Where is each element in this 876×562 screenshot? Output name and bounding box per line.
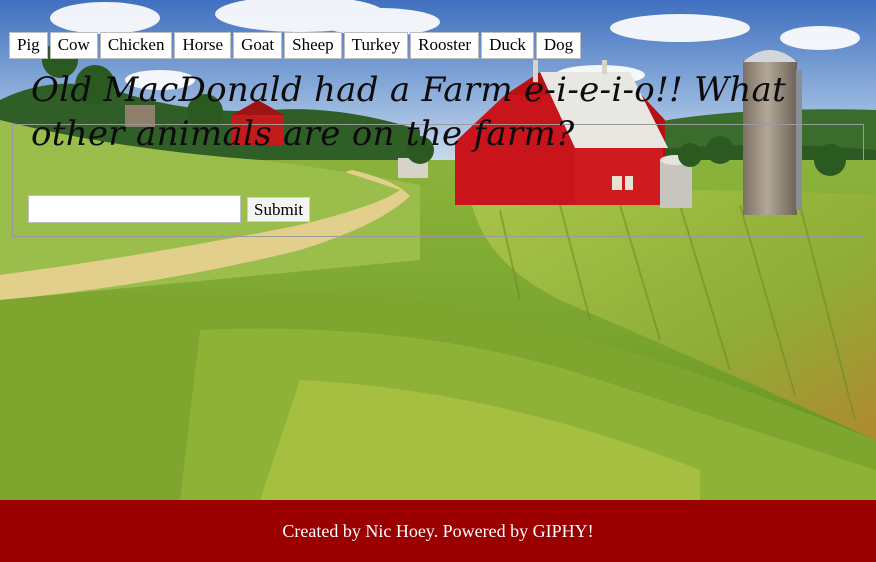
animal-input[interactable] xyxy=(28,195,241,223)
footer: Created by Nic Hoey. Powered by GIPHY! xyxy=(0,500,876,562)
animal-button-cow[interactable]: Cow xyxy=(49,32,98,59)
animal-button-horse[interactable]: Horse xyxy=(174,32,232,59)
animal-button-duck[interactable]: Duck xyxy=(481,32,534,59)
submit-button[interactable]: Submit xyxy=(247,197,311,222)
footer-text: Created by Nic Hoey. Powered by GIPHY! xyxy=(282,520,594,541)
animal-button-turkey[interactable]: Turkey xyxy=(343,32,409,59)
animal-button-row: Pig Cow Chicken Horse Goat Sheep Turkey … xyxy=(9,32,582,59)
animal-button-dog[interactable]: Dog xyxy=(535,32,582,59)
animal-button-pig[interactable]: Pig xyxy=(9,32,48,59)
animal-button-chicken[interactable]: Chicken xyxy=(99,32,173,59)
animal-button-sheep[interactable]: Sheep xyxy=(284,32,342,59)
page-heading: Old MacDonald had a Farm e-i-e-i-o!! Wha… xyxy=(31,70,787,154)
animal-button-goat[interactable]: Goat xyxy=(233,32,283,59)
animal-button-rooster[interactable]: Rooster xyxy=(410,32,480,59)
